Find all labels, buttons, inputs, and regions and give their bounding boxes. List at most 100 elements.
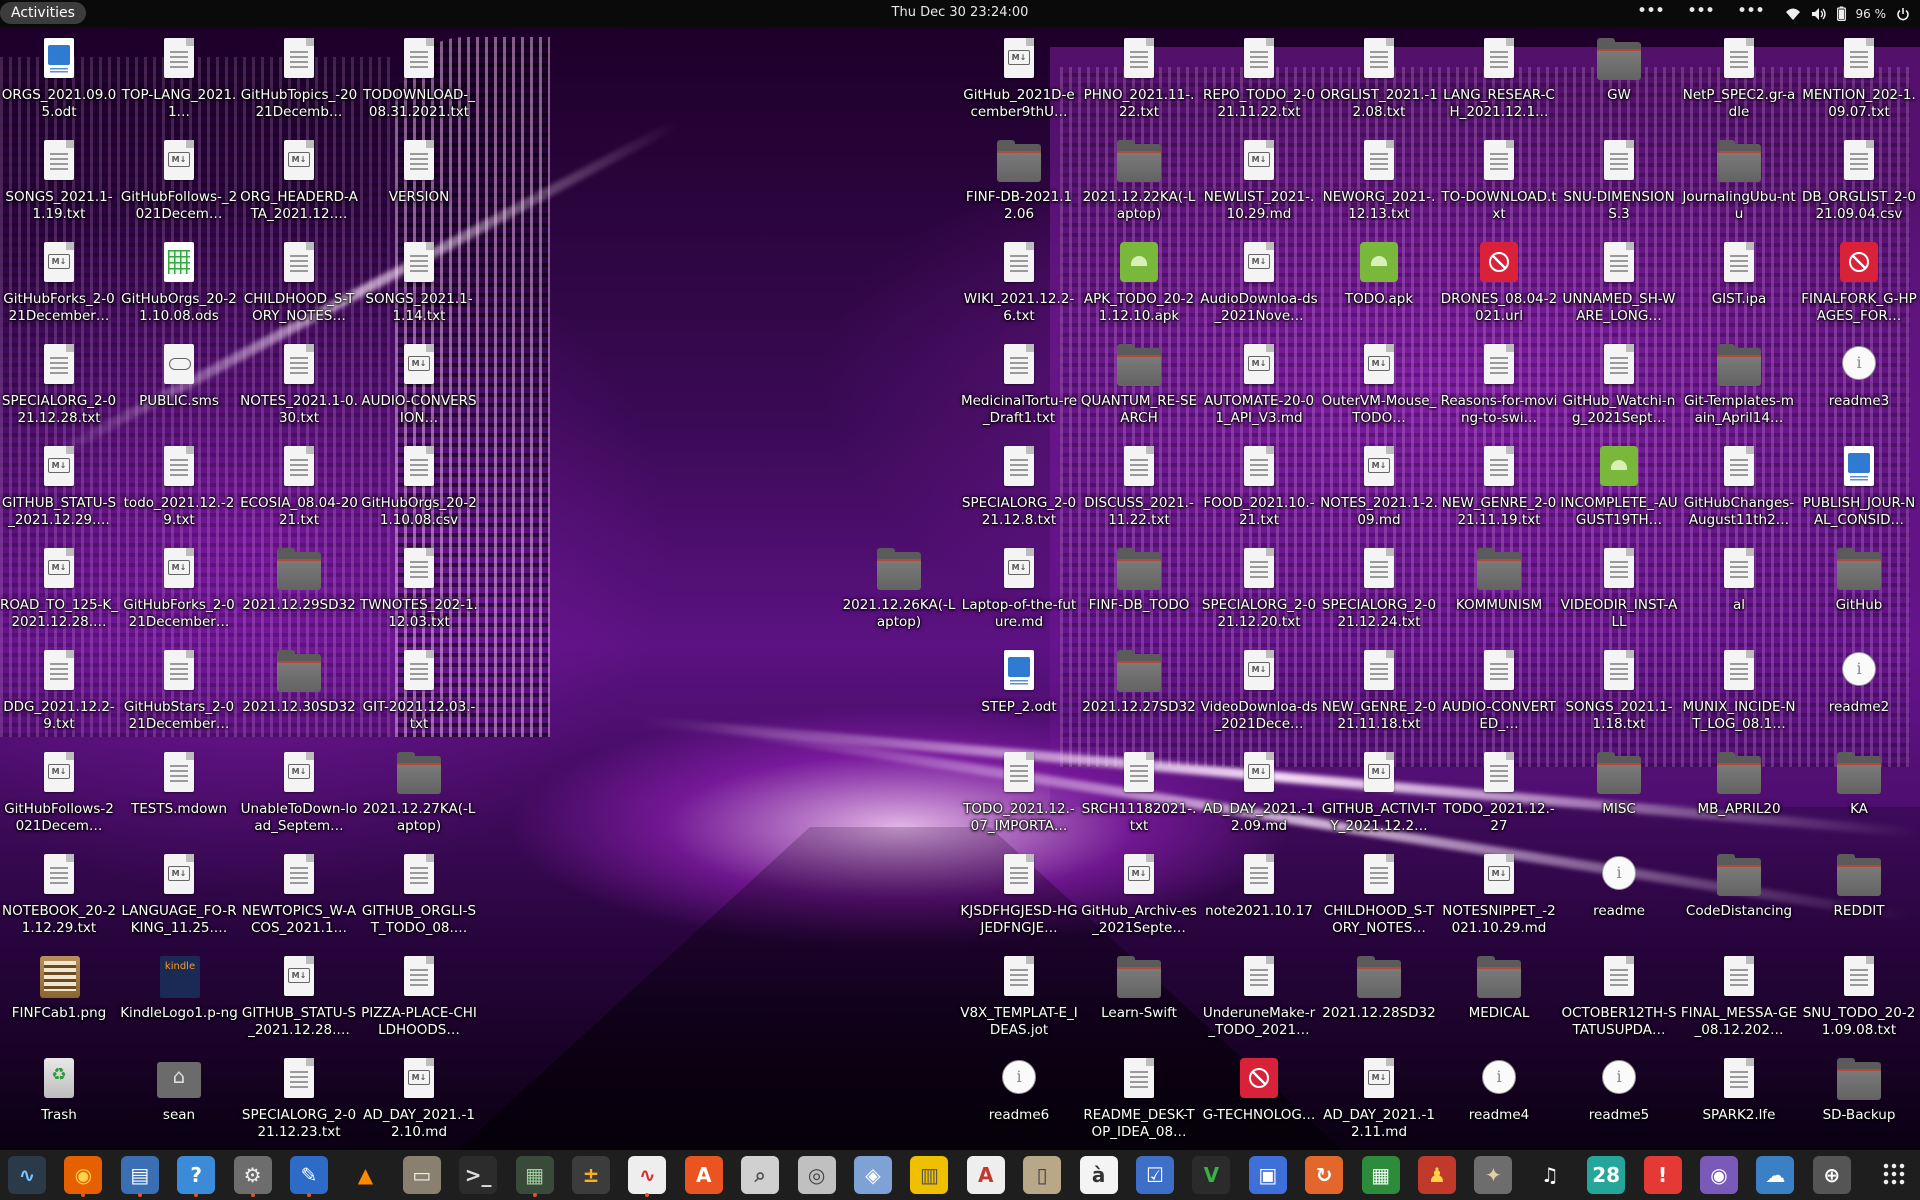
- dock-character-map-icon[interactable]: à: [1079, 1156, 1118, 1194]
- desktop-icon[interactable]: 2021.12.26KA(-​Laptop): [840, 540, 958, 638]
- desktop-icon[interactable]: GitHubOrgs_20-​21.10.08.ods: [120, 234, 238, 332]
- desktop-icon[interactable]: M↓ VideoDownloa-​ds_2021Dece…: [1200, 642, 1318, 740]
- dock-music-icon[interactable]: ♫: [1530, 1156, 1569, 1194]
- dock-game-mario-icon[interactable]: ♟: [1418, 1156, 1456, 1194]
- desktop-icon[interactable]: GIST.ipa: [1680, 234, 1798, 332]
- desktop-icon[interactable]: WIKI_2021.12.2-​6.txt: [960, 234, 1078, 332]
- desktop-icon[interactable]: M↓ GITHUB_STATU-​S_2021.12.29.…: [0, 438, 118, 536]
- desktop-icon[interactable]: V8X_TEMPLAT-​E_IDEAS.jot: [960, 948, 1078, 1046]
- desktop-icon[interactable]: MUNIX_INCIDE-​NT_LOG_08.1…: [1680, 642, 1798, 740]
- desktop-icon[interactable]: JournalingUbu-​ntu: [1680, 132, 1798, 230]
- desktop-icon[interactable]: M↓ AD_DAY_2021.-​12.09.md: [1200, 744, 1318, 842]
- desktop-icon[interactable]: MB_APRIL20: [1680, 744, 1798, 842]
- desktop-icon[interactable]: SNU_TODO_20-​21.09.08.txt: [1800, 948, 1918, 1046]
- dock-software-center-icon[interactable]: A: [684, 1156, 723, 1194]
- desktop-icon[interactable]: FOOD_2021.10.-​21.txt: [1200, 438, 1318, 536]
- desktop-icon[interactable]: readme2: [1800, 642, 1918, 740]
- desktop-icon[interactable]: Learn-Swift: [1080, 948, 1198, 1046]
- desktop-icon[interactable]: M↓ UnableToDown-​load_Septem…: [240, 744, 358, 842]
- desktop-icon[interactable]: M↓ ORG_HEADERD-​ATA_2021.12.…: [240, 132, 358, 230]
- desktop-icon[interactable]: MISC: [1560, 744, 1678, 842]
- desktop-icon[interactable]: TODO_2021.12.-​07_IMPORTA…: [960, 744, 1078, 842]
- desktop-icon[interactable]: KJSDFHGJESD-​HGJEDFNGJE…: [960, 846, 1078, 944]
- dock-image-viewer-icon[interactable]: ⌕: [741, 1156, 780, 1194]
- desktop-icon[interactable]: todo_2021.12.-​29.txt: [120, 438, 238, 536]
- show-applications-icon[interactable]: [1882, 1162, 1906, 1186]
- desktop-icon[interactable]: TODO_2021.12.-​27: [1440, 744, 1558, 842]
- desktop-icon[interactable]: SPECIALORG_2-​021.12.8.txt: [960, 438, 1078, 536]
- dock-calculator-icon[interactable]: ±: [572, 1156, 610, 1194]
- desktop-icon[interactable]: M↓ AD_DAY_2021.-​12.10.md: [360, 1050, 478, 1148]
- desktop-icon[interactable]: SONGS_2021.1-​1.14.txt: [360, 234, 478, 332]
- desktop-icon[interactable]: FINF-​DB-2021.12.06: [960, 132, 1078, 230]
- desktop-icon[interactable]: M↓ GitHubForks_2-​021December…: [0, 234, 118, 332]
- desktop-icon[interactable]: M↓ LANGUAGE_FO-​RKING_11.25.…: [120, 846, 238, 944]
- clock-button[interactable]: Thu Dec 30 23:24:00: [892, 0, 1029, 26]
- desktop-icon[interactable]: NOTEBOOK_20-​21.12.29.txt: [0, 846, 118, 944]
- desktop-icon[interactable]: VERSION: [360, 132, 478, 230]
- dock-alert-app-icon[interactable]: !: [1643, 1156, 1682, 1194]
- desktop-icon[interactable]: REDDIT: [1800, 846, 1918, 944]
- desktop-icon[interactable]: STEP_2.odt: [960, 642, 1078, 740]
- desktop-icon[interactable]: GitHub_Watchi-​ng_2021Sept…: [1560, 336, 1678, 434]
- desktop-icon[interactable]: SNU-​DIMENSIONS.3: [1560, 132, 1678, 230]
- desktop-icon[interactable]: G-​TECHNOLOG…: [1200, 1050, 1318, 1148]
- desktop-icon[interactable]: M↓ GitHubFollows-​_2021Decem…: [120, 132, 238, 230]
- dock-gimp-icon[interactable]: ✦: [1474, 1156, 1513, 1194]
- desktop-icon[interactable]: CHILDHOOD_S-​TORY_NOTES…: [240, 234, 358, 332]
- desktop-icon[interactable]: CodeDistancing: [1680, 846, 1798, 944]
- desktop-icon[interactable]: Reasons-for-​moving-to-swi…: [1440, 336, 1558, 434]
- desktop-icon[interactable]: NEW_GENRE_2-​021.11.19.txt: [1440, 438, 1558, 536]
- dock-pdf-reader-icon[interactable]: A: [966, 1156, 1005, 1194]
- desktop-icon[interactable]: ORGLIST_2021.-​12.08.txt: [1320, 30, 1438, 128]
- desktop-icon[interactable]: ECOSIA_08.04-​2021.txt: [240, 438, 358, 536]
- desktop-icon[interactable]: LANG_RESEAR-​CH_2021.12.1…: [1440, 30, 1558, 128]
- desktop-icon[interactable]: M↓ AD_DAY_2021.-​12.11.md: [1320, 1050, 1438, 1148]
- desktop-icon[interactable]: TESTS.mdown: [120, 744, 238, 842]
- desktop-icon[interactable]: PHNO_2021.11-​.22.txt: [1080, 30, 1198, 128]
- desktop-icon[interactable]: DB_ORGLIST_2-​021.09.04.csv: [1800, 132, 1918, 230]
- desktop-icon[interactable]: SPECIALORG_2-​021.12.28.txt: [0, 336, 118, 434]
- dock-screenshot-icon[interactable]: ◉: [1700, 1156, 1738, 1194]
- desktop-icon[interactable]: TWNOTES_202-​1.12.03.txt: [360, 540, 478, 638]
- dock-disk-utility-icon[interactable]: ◎: [797, 1156, 836, 1194]
- desktop-icon[interactable]: REPO_TODO_2-​021.11.22.txt: [1200, 30, 1318, 128]
- desktop-icon[interactable]: Git-Templates-​main_April14…: [1680, 336, 1798, 434]
- dock-backups-icon[interactable]: ↻: [1305, 1156, 1344, 1194]
- desktop-icon[interactable]: APK_TODO_20-​21.12.10.apk: [1080, 234, 1198, 332]
- dock-scanner-icon[interactable]: ◈: [854, 1156, 892, 1194]
- desktop-icon[interactable]: PUBLIC.sms: [120, 336, 238, 434]
- desktop-icon[interactable]: KindleLogo1.p-​ng: [120, 948, 238, 1046]
- desktop-icon[interactable]: readme: [1560, 846, 1678, 944]
- desktop-icon[interactable]: M↓ GITHUB_STATU-​S_2021.12.28.…: [240, 948, 358, 1046]
- desktop-icon[interactable]: 2021.12.27SD32: [1080, 642, 1198, 740]
- indicator-dots-2[interactable]: •••: [1687, 0, 1715, 22]
- desktop-icon[interactable]: readme5: [1560, 1050, 1678, 1148]
- desktop-icon[interactable]: M↓ NOTES_2021.1-​2.09.md: [1320, 438, 1438, 536]
- desktop-icon[interactable]: M↓ GITHUB_ACTIVI-​TY_2021.12.2…: [1320, 744, 1438, 842]
- dock-text-document-icon[interactable]: ▤: [120, 1156, 159, 1197]
- dock-settings-icon[interactable]: ⚙: [233, 1156, 272, 1197]
- desktop-icon[interactable]: NEWORG_2021-​.12.13.txt: [1320, 132, 1438, 230]
- desktop-icon[interactable]: OCTOBER12TH-​STATUSUPDA…: [1560, 948, 1678, 1046]
- system-tray[interactable]: 96 %: [1785, 0, 1911, 27]
- desktop-icon[interactable]: FINAL_MESSA-​GE_08.12.202…: [1680, 948, 1798, 1046]
- desktop-icon[interactable]: KOMMUNISM: [1440, 540, 1558, 638]
- desktop-icon[interactable]: NEW_GENRE_2-​021.11.18.txt: [1320, 642, 1438, 740]
- dock-help-icon[interactable]: ?: [177, 1156, 216, 1197]
- desktop-icon[interactable]: SPECIALORG_2-​021.12.20.txt: [1200, 540, 1318, 638]
- dock-graph-app-icon[interactable]: ∿: [628, 1156, 667, 1197]
- desktop-icon[interactable]: Trash: [0, 1050, 118, 1148]
- desktop-icon[interactable]: M↓ ROAD_TO_125-​K_2021.12.28.…: [0, 540, 118, 638]
- desktop-icon[interactable]: GITHUB_ORGLI-​ST_TODO_08.…: [360, 846, 478, 944]
- desktop-icon[interactable]: AUDIO-​CONVERTED_…: [1440, 642, 1558, 740]
- desktop-icon[interactable]: 2021.12.27KA(-​Laptop): [360, 744, 478, 842]
- desktop-icon[interactable]: M↓ AUTOMATE-20-​01_API_V3.md: [1200, 336, 1318, 434]
- desktop-icon[interactable]: M↓ GitHubFollows-​2021Decem…: [0, 744, 118, 842]
- desktop-icon[interactable]: GitHubTopics_-​2021Decemb…: [240, 30, 358, 128]
- desktop-icon[interactable]: TODO.apk: [1320, 234, 1438, 332]
- dock-boxes-icon[interactable]: ▦: [515, 1156, 554, 1197]
- desktop-icon[interactable]: 2021.12.28SD32: [1320, 948, 1438, 1046]
- desktop-icon[interactable]: note2021.10.17: [1200, 846, 1318, 944]
- desktop-icon[interactable]: FINFCab1.png: [0, 948, 118, 1046]
